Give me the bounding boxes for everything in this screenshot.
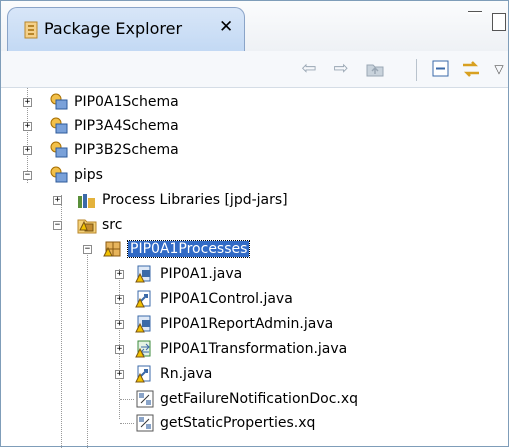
view-toolbar: ⇦ ⇨ ▽ xyxy=(1,51,508,88)
toolbar-separator xyxy=(416,59,417,81)
tree-item-label: getFailureNotificationDoc.xq xyxy=(160,391,359,407)
tree-item-label: PIP0A1Control.java xyxy=(160,291,293,307)
tree-item-label: PIP0A1ReportAdmin.java xyxy=(160,316,334,332)
tree-item[interactable]: + Process Libraries [jpd-jars] xyxy=(53,188,288,212)
collapse-all-icon[interactable] xyxy=(429,57,453,81)
project-icon xyxy=(49,116,69,136)
library-icon xyxy=(77,190,97,210)
expand-icon[interactable]: + xyxy=(115,270,124,279)
expand-icon[interactable]: + xyxy=(115,370,124,379)
link-editor-icon[interactable] xyxy=(459,57,483,81)
tree-item-label: getStaticProperties.xq xyxy=(160,415,316,431)
package-explorer-icon xyxy=(24,21,38,39)
collapse-icon[interactable]: − xyxy=(83,245,92,254)
tree-item[interactable]: − pips xyxy=(23,163,103,187)
tree-item-label: PIP0A1Schema xyxy=(74,94,179,110)
maximize-icon[interactable] xyxy=(492,13,506,31)
project-icon xyxy=(49,92,69,112)
package-icon xyxy=(103,239,123,259)
java-process-icon xyxy=(135,314,155,334)
tree-item-label: Rn.java xyxy=(160,366,213,382)
collapse-icon[interactable]: − xyxy=(53,221,62,230)
tree-item[interactable]: + PIP0A1Control.java xyxy=(115,287,293,311)
close-icon[interactable]: ✕ xyxy=(219,17,233,37)
java-control-icon xyxy=(135,289,155,309)
tree-item[interactable]: + PIP0A1ReportAdmin.java xyxy=(115,312,333,336)
back-arrow-icon[interactable]: ⇦ xyxy=(297,57,321,81)
tab-title: Package Explorer xyxy=(44,19,183,38)
tree-item[interactable]: getFailureNotificationDoc.xq xyxy=(135,387,358,411)
tree-item-label: PIP0A1Transformation.java xyxy=(160,341,348,357)
up-folder-icon[interactable] xyxy=(363,57,387,81)
expand-icon[interactable]: + xyxy=(115,345,124,354)
project-icon xyxy=(49,140,69,160)
tree-item[interactable]: + PIP0A1.java xyxy=(115,262,242,286)
collapse-icon[interactable]: − xyxy=(23,171,32,180)
tree-item-label: src xyxy=(102,217,123,233)
expand-icon[interactable]: + xyxy=(115,295,124,304)
package-explorer-view: Package Explorer ✕ ⇦ ⇨ ▽ + PIP0A1Schema … xyxy=(0,0,509,448)
package-tree: + PIP0A1Schema + PIP3A4Schema + PIP3B2Sc… xyxy=(1,88,508,448)
java-transform-icon xyxy=(135,339,155,359)
tree-item[interactable]: + Rn.java xyxy=(115,362,212,386)
java-process-icon xyxy=(135,264,155,284)
expand-icon[interactable]: + xyxy=(23,122,32,131)
tab-package-explorer[interactable]: Package Explorer ✕ xyxy=(7,7,245,51)
tree-item[interactable]: getStaticProperties.xq xyxy=(135,411,315,435)
tree-item-label: Process Libraries [jpd-jars] xyxy=(102,192,288,208)
minimize-icon[interactable] xyxy=(468,11,482,14)
tree-connector xyxy=(120,399,134,400)
tree-item[interactable]: + PIP3A4Schema xyxy=(23,114,179,138)
expand-icon[interactable]: + xyxy=(23,146,32,155)
view-menu-icon[interactable]: ▽ xyxy=(487,57,509,81)
expand-icon[interactable]: + xyxy=(115,320,124,329)
source-folder-icon xyxy=(77,215,97,235)
tree-item[interactable]: + PIP0A1Schema xyxy=(23,90,179,114)
expand-icon[interactable]: + xyxy=(53,196,62,205)
view-title-bar: Package Explorer ✕ xyxy=(1,1,508,52)
java-control-icon xyxy=(135,364,155,384)
tree-item[interactable]: − src xyxy=(53,213,122,237)
tree-item[interactable]: + PIP0A1Transformation.java xyxy=(115,337,347,361)
project-icon xyxy=(49,165,69,185)
tree-item-label-selected: PIP0A1Processes xyxy=(126,240,251,258)
tree-item-label: PIP0A1.java xyxy=(160,266,243,282)
tree-connector xyxy=(120,423,134,424)
tree-item-label: PIP3B2Schema xyxy=(74,142,179,158)
forward-arrow-icon[interactable]: ⇨ xyxy=(329,57,353,81)
xquery-icon xyxy=(135,389,155,409)
xquery-icon xyxy=(135,413,155,433)
tree-item[interactable]: + PIP3B2Schema xyxy=(23,138,179,162)
tree-connector xyxy=(87,245,88,448)
expand-icon[interactable]: + xyxy=(23,98,32,107)
tree-item-label: pips xyxy=(74,167,103,183)
tree-item-label: PIP3A4Schema xyxy=(74,118,179,134)
tree-item[interactable]: − PIP0A1Processes xyxy=(83,237,251,261)
